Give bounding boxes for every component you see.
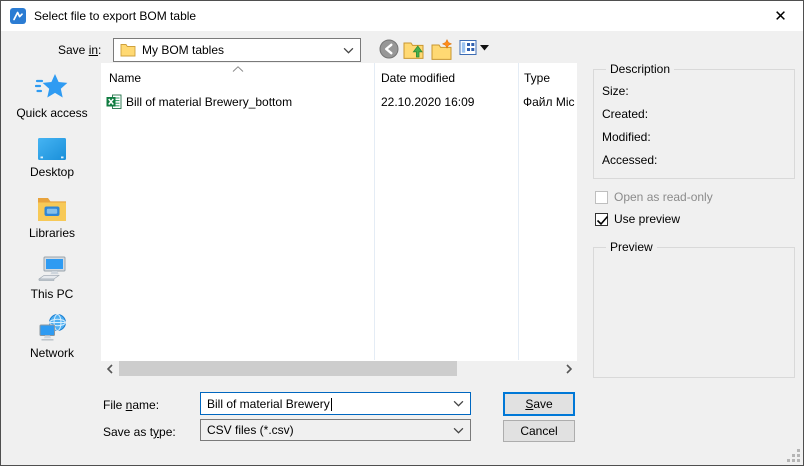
save-in-combobox[interactable]: My BOM tables xyxy=(113,38,361,62)
save-button[interactable]: Save xyxy=(503,392,575,416)
column-header-name[interactable]: Name xyxy=(109,71,141,85)
scroll-left-arrow[interactable] xyxy=(101,361,118,376)
desktop-icon xyxy=(36,136,68,162)
size-label: Size: xyxy=(602,84,629,98)
file-row[interactable]: Bill of material Brewery_bottom 22.10.20… xyxy=(101,92,577,113)
description-groupbox: Description Size: Created: Modified: Acc… xyxy=(593,69,795,179)
scrollbar-thumb[interactable] xyxy=(119,361,457,376)
sidebar-item-label: Network xyxy=(3,346,101,360)
sidebar-item-label: Libraries xyxy=(3,226,101,240)
sidebar-item-desktop[interactable]: Desktop xyxy=(3,136,101,179)
save-file-dialog: Select file to export BOM table ✕ Save i… xyxy=(0,0,804,466)
libraries-icon xyxy=(36,196,68,223)
preview-title: Preview xyxy=(606,240,657,254)
sidebar-item-label: This PC xyxy=(3,287,101,301)
chevron-down-icon xyxy=(343,47,354,54)
open-read-only-checkbox: Open as read-only xyxy=(595,190,713,204)
column-header-date-modified[interactable]: Date modified xyxy=(381,71,455,85)
quick-access-icon xyxy=(35,73,69,103)
scroll-right-arrow[interactable] xyxy=(560,361,577,376)
use-preview-checkbox[interactable]: Use preview xyxy=(595,212,680,226)
sidebar-item-libraries[interactable]: Libraries xyxy=(3,196,101,240)
checkbox-checked[interactable] xyxy=(595,213,608,226)
sidebar-item-label: Quick access xyxy=(3,106,101,120)
save-as-type-label: Save as type: xyxy=(103,425,176,439)
folder-icon xyxy=(120,43,136,57)
back-button[interactable] xyxy=(379,39,399,59)
file-list: Name Date modified Type Bill of material… xyxy=(101,63,577,376)
resize-grip[interactable] xyxy=(787,449,801,463)
text-caret xyxy=(331,398,332,411)
save-in-label: Save in: xyxy=(58,43,101,57)
sidebar-item-network[interactable]: Network xyxy=(3,313,101,360)
accessed-label: Accessed: xyxy=(602,153,657,167)
this-pc-icon xyxy=(36,255,68,284)
view-menu-button[interactable] xyxy=(459,39,477,56)
save-as-type-combobox[interactable]: CSV files (*.csv) xyxy=(200,419,471,441)
file-name-label: File name: xyxy=(103,398,159,412)
excel-file-icon xyxy=(106,94,122,110)
created-label: Created: xyxy=(602,107,648,121)
file-type: Файл Mic xyxy=(523,95,577,109)
view-menu-dropdown-icon[interactable] xyxy=(480,45,489,51)
file-name: Bill of material Brewery_bottom xyxy=(126,95,292,109)
file-name-input[interactable]: Bill of material Brewery xyxy=(200,392,471,415)
preview-groupbox: Preview xyxy=(593,247,795,378)
network-icon xyxy=(36,313,68,343)
chevron-down-icon[interactable] xyxy=(453,400,464,407)
checkbox-unchecked xyxy=(595,191,608,204)
window-title: Select file to export BOM table xyxy=(34,9,196,23)
sidebar-item-label: Desktop xyxy=(3,165,101,179)
places-sidebar: Quick access Desktop Libraries xyxy=(3,63,101,379)
modified-label: Modified: xyxy=(602,130,651,144)
create-new-folder-button[interactable] xyxy=(431,39,453,60)
cancel-button[interactable]: Cancel xyxy=(503,420,575,442)
horizontal-scrollbar[interactable] xyxy=(101,361,577,376)
current-location: My BOM tables xyxy=(142,43,343,57)
sidebar-item-quick-access[interactable]: Quick access xyxy=(3,73,101,120)
title-bar: Select file to export BOM table ✕ xyxy=(1,1,803,31)
up-one-level-button[interactable] xyxy=(403,39,425,60)
file-date-modified: 22.10.2020 16:09 xyxy=(381,95,474,109)
chevron-down-icon[interactable] xyxy=(453,427,464,434)
app-icon xyxy=(10,8,26,24)
close-button[interactable]: ✕ xyxy=(758,1,803,31)
list-header: Name Date modified Type xyxy=(101,63,577,91)
check-icon xyxy=(596,215,609,226)
sidebar-item-this-pc[interactable]: This PC xyxy=(3,255,101,301)
description-title: Description xyxy=(606,62,674,76)
column-header-type[interactable]: Type xyxy=(524,71,550,85)
